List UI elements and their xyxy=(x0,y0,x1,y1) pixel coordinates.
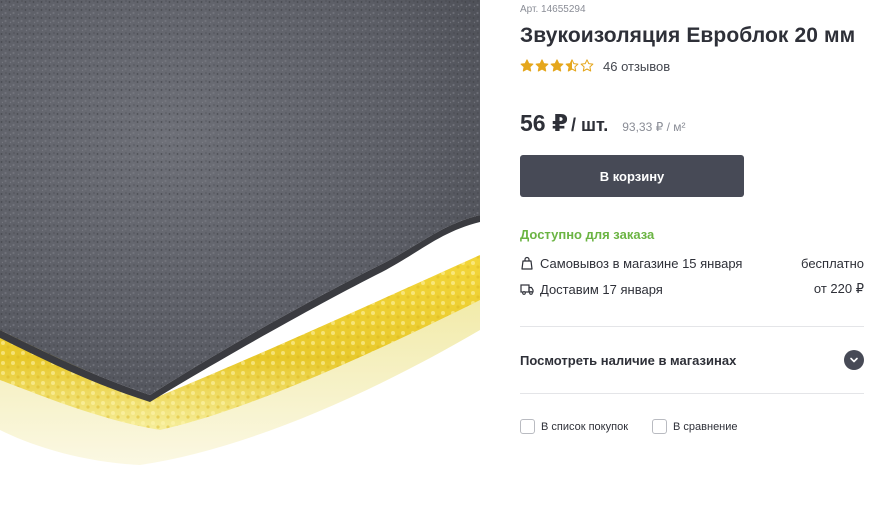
product-actions: В список покупок В сравнение xyxy=(520,419,762,434)
star-full-icon xyxy=(550,59,564,72)
price-per-square: 93,33 ₽ / м² xyxy=(622,120,686,134)
pickup-label: Самовывоз в магазине 15 января xyxy=(540,255,743,271)
divider xyxy=(520,393,864,394)
price: 56 ₽ / шт. 93,33 ₽ / м² xyxy=(520,110,685,137)
availability-status: Доступно для заказа xyxy=(520,227,655,242)
delivery-cost: от 220 ₽ xyxy=(813,281,864,296)
article-number: Арт. 14655294 xyxy=(520,4,586,15)
store-availability-label: Посмотреть наличие в магазинах xyxy=(520,352,737,368)
delivery-label: Доставим 17 января xyxy=(540,281,663,297)
rating[interactable]: 46 отзывов xyxy=(520,57,670,75)
compare-checkbox[interactable] xyxy=(652,419,668,434)
store-availability-toggle[interactable]: Посмотреть наличие в магазинах xyxy=(520,349,864,371)
add-to-cart-button[interactable]: В корзину xyxy=(520,155,744,197)
delivery-row: Доставим 17 января от 220 ₽ xyxy=(520,280,864,298)
price-unit: / шт. xyxy=(570,115,609,135)
star-empty-icon xyxy=(580,59,594,72)
star-half-icon xyxy=(565,59,579,72)
pickup-row: Самовывоз в магазине 15 января бесплатно xyxy=(520,254,864,272)
chevron-down-icon[interactable] xyxy=(844,350,864,370)
add-to-shopping-list[interactable]: В список покупок xyxy=(520,419,628,434)
divider xyxy=(520,326,864,327)
shopping-list-checkbox[interactable] xyxy=(520,419,535,434)
star-full-icon xyxy=(520,59,534,72)
rating-stars xyxy=(520,59,594,73)
compare-label: В сравнение xyxy=(673,420,738,433)
truck-icon xyxy=(520,282,534,296)
shopping-bag-icon xyxy=(520,256,534,270)
shopping-list-label: В список покупок xyxy=(541,420,629,433)
add-to-compare[interactable]: В сравнение xyxy=(652,419,738,434)
star-full-icon xyxy=(535,59,549,72)
product-image[interactable] xyxy=(0,0,480,470)
price-main: 56 ₽ xyxy=(520,110,568,136)
product-title: Звукоизоляция Евроблок 20 мм xyxy=(520,24,856,47)
product-photo xyxy=(0,0,480,470)
reviews-link[interactable]: 46 отзывов xyxy=(603,59,670,74)
pickup-cost: бесплатно xyxy=(801,255,864,271)
